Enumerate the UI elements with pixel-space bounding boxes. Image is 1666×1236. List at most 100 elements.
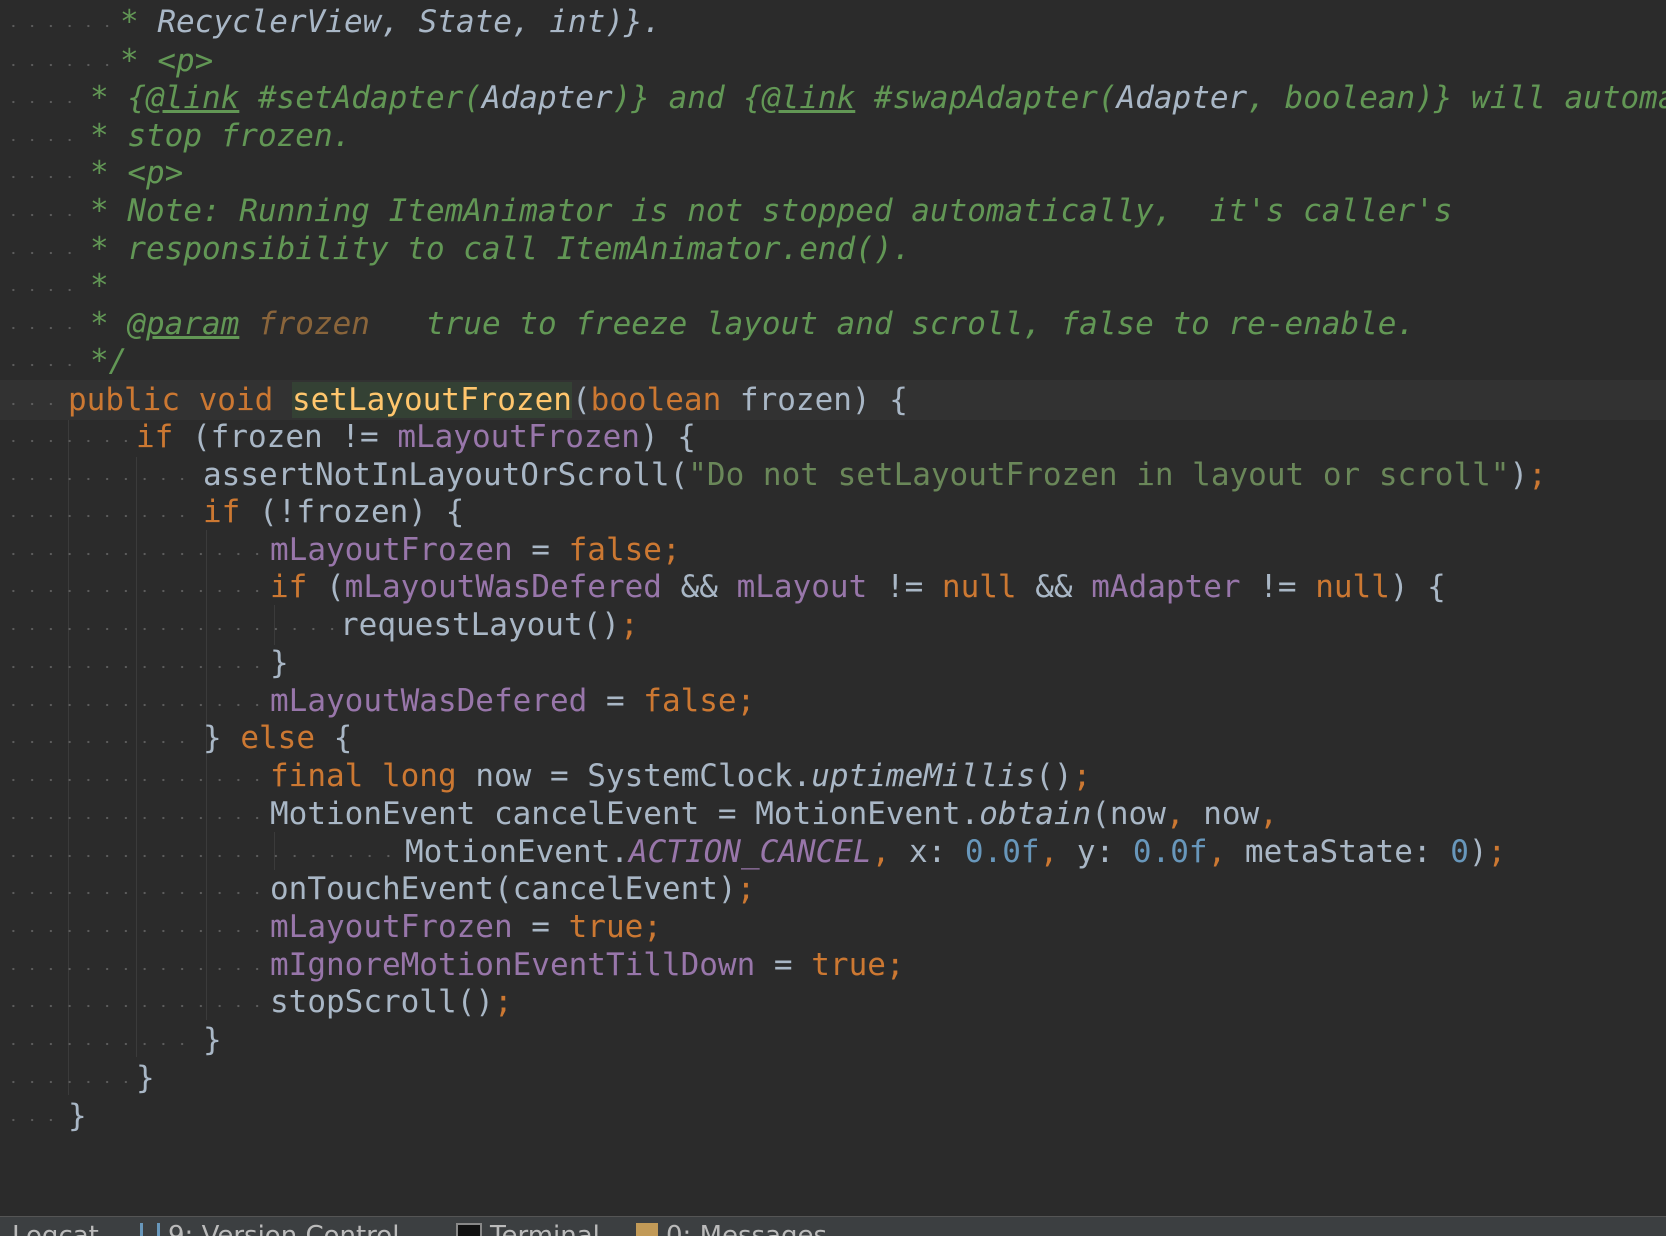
code-token: stopScroll() — [270, 984, 494, 1020]
code-line[interactable]: } — [0, 1058, 1666, 1098]
code-token: else — [240, 720, 334, 756]
terminal-tab[interactable]: Terminal — [456, 1221, 600, 1236]
tool-window-bar: Logcat 9: Version Control Terminal 0: Me… — [0, 1216, 1666, 1236]
whitespace-marker — [4, 1020, 197, 1060]
code-line[interactable]: * Note: Running ItemAnimator is not stop… — [0, 191, 1666, 231]
code-line[interactable]: } — [0, 643, 1666, 683]
code-token: assertNotInLayoutOrScroll( — [203, 457, 689, 493]
code-token: if — [270, 569, 326, 605]
code-token: @link — [761, 80, 856, 116]
code-token: ( — [571, 382, 591, 418]
code-token: 0.0f — [1114, 834, 1208, 870]
code-token: ACTION_CANCEL — [628, 834, 872, 870]
whitespace-marker — [4, 982, 264, 1022]
parameter-hint: x: — [908, 834, 947, 870]
terminal-icon — [456, 1223, 482, 1236]
version-control-tab[interactable]: 9: Version Control — [140, 1221, 399, 1236]
messages-icon — [636, 1223, 658, 1236]
code-line[interactable]: * responsibility to call ItemAnimator.en… — [0, 229, 1666, 269]
code-text: mLayoutWasDefered = false; — [270, 681, 755, 721]
whitespace-marker — [4, 153, 84, 193]
code-token: mLayoutWasDefered — [270, 683, 588, 719]
code-line[interactable]: if (frozen != mLayoutFrozen) { — [0, 417, 1666, 457]
code-line[interactable]: * <p> — [0, 153, 1666, 193]
code-token: MotionEvent cancelEvent = MotionEvent. — [270, 796, 980, 832]
code-token: (now — [1091, 796, 1166, 832]
code-token: mLayoutFrozen — [397, 419, 640, 455]
code-text: */ — [90, 341, 127, 381]
code-line[interactable]: mIgnoreMotionEventTillDown = true; — [0, 945, 1666, 985]
code-text: mIgnoreMotionEventTillDown = true; — [270, 945, 905, 985]
code-line[interactable]: public void setLayoutFrozen(boolean froz… — [0, 380, 1666, 420]
code-token: = — [512, 532, 569, 568]
code-line[interactable]: mLayoutWasDefered = false; — [0, 681, 1666, 721]
code-line[interactable]: mLayoutFrozen = true; — [0, 907, 1666, 947]
code-editor[interactable]: * RecyclerView, State, int)}. * <p> * {@li… — [0, 0, 1666, 1216]
code-text: mLayoutFrozen = true; — [270, 907, 662, 947]
code-token: , — [1207, 834, 1245, 870]
code-line[interactable]: stopScroll(); — [0, 982, 1666, 1022]
code-line[interactable]: final long now = SystemClock.uptimeMilli… — [0, 756, 1666, 796]
code-token: ; — [619, 607, 639, 643]
whitespace-marker — [4, 41, 114, 81]
code-text: * @param frozen true to freeze layout an… — [90, 304, 1415, 344]
whitespace-marker — [4, 643, 264, 683]
code-token: * — [120, 43, 158, 79]
code-token: (frozen != — [192, 419, 398, 455]
code-line[interactable]: if (!frozen) { — [0, 492, 1666, 532]
code-token: * responsibility to call ItemAnimator.en… — [90, 231, 912, 267]
whitespace-marker — [4, 832, 399, 872]
code-line[interactable]: } else { — [0, 718, 1666, 758]
code-text: * responsibility to call ItemAnimator.en… — [90, 229, 911, 269]
whitespace-marker — [4, 266, 84, 306]
code-token: , — [1039, 834, 1077, 870]
code-text: * stop frozen. — [90, 116, 351, 156]
code-token: boolean — [590, 382, 740, 418]
code-token: mLayoutFrozen — [270, 532, 513, 568]
code-token: = — [755, 947, 812, 983]
code-token: ; — [493, 984, 513, 1020]
code-line[interactable]: } — [0, 1096, 1666, 1136]
code-token: true; — [568, 909, 662, 945]
messages-label: 0: Messages — [666, 1221, 828, 1236]
code-line[interactable]: mLayoutFrozen = false; — [0, 530, 1666, 570]
code-text: final long now = SystemClock.uptimeMilli… — [270, 756, 1091, 796]
code-token: ; — [1487, 834, 1507, 870]
code-token: false; — [643, 683, 756, 719]
code-line[interactable]: requestLayout(); — [0, 605, 1666, 645]
code-text: MotionEvent.ACTION_CANCEL, x: 0.0f, y: 0… — [405, 832, 1506, 872]
code-line[interactable]: } — [0, 1020, 1666, 1060]
code-line[interactable]: * stop frozen. — [0, 116, 1666, 156]
code-token: if — [136, 419, 192, 455]
code-token: Adapter — [1116, 80, 1248, 116]
code-line[interactable]: onTouchEvent(cancelEvent); — [0, 869, 1666, 909]
whitespace-marker — [4, 869, 264, 909]
code-line[interactable]: * — [0, 266, 1666, 306]
code-line[interactable]: */ — [0, 341, 1666, 381]
code-text: mLayoutFrozen = false; — [270, 530, 681, 570]
messages-tab[interactable]: 0: Messages — [636, 1221, 827, 1236]
code-line[interactable]: assertNotInLayoutOrScroll("Do not setLay… — [0, 455, 1666, 495]
code-token: mLayoutFrozen — [270, 909, 513, 945]
code-token: * { — [90, 80, 146, 116]
code-text: * RecyclerView, State, int)}. — [120, 2, 661, 42]
whitespace-marker — [4, 229, 84, 269]
ide-window: * RecyclerView, State, int)}. * <p> * {@li… — [0, 0, 1666, 1236]
code-line[interactable]: * RecyclerView, State, int)}. — [0, 2, 1666, 42]
code-token: obtain — [979, 796, 1092, 832]
code-line[interactable]: MotionEvent cancelEvent = MotionEvent.ob… — [0, 794, 1666, 834]
whitespace-marker — [4, 492, 197, 532]
whitespace-marker — [4, 455, 197, 495]
code-token: <p> — [157, 43, 214, 79]
code-token: , boolean)} will automatic — [1247, 80, 1666, 116]
code-line[interactable]: if (mLayoutWasDefered && mLayout != null… — [0, 567, 1666, 607]
code-line[interactable]: * @param frozen true to freeze layout an… — [0, 304, 1666, 344]
logcat-tab[interactable]: Logcat — [12, 1221, 99, 1236]
code-line[interactable]: * {@link #setAdapter(Adapter)} and {@lin… — [0, 78, 1666, 118]
code-token: requestLayout() — [340, 607, 620, 643]
whitespace-marker — [4, 756, 264, 796]
code-text: } else { — [203, 718, 352, 758]
code-line[interactable]: * <p> — [0, 41, 1666, 81]
code-token: )} and { — [612, 80, 762, 116]
code-line[interactable]: MotionEvent.ACTION_CANCEL, x: 0.0f, y: 0… — [0, 832, 1666, 872]
